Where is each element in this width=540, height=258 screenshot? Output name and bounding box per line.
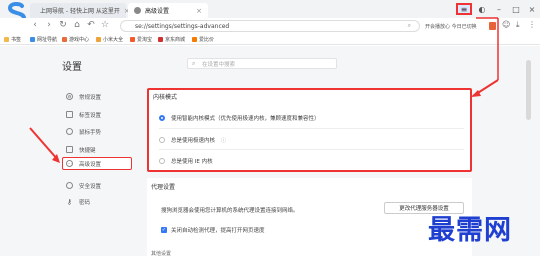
watermark: 最需网 [428,215,512,246]
arrow-line [29,127,59,161]
